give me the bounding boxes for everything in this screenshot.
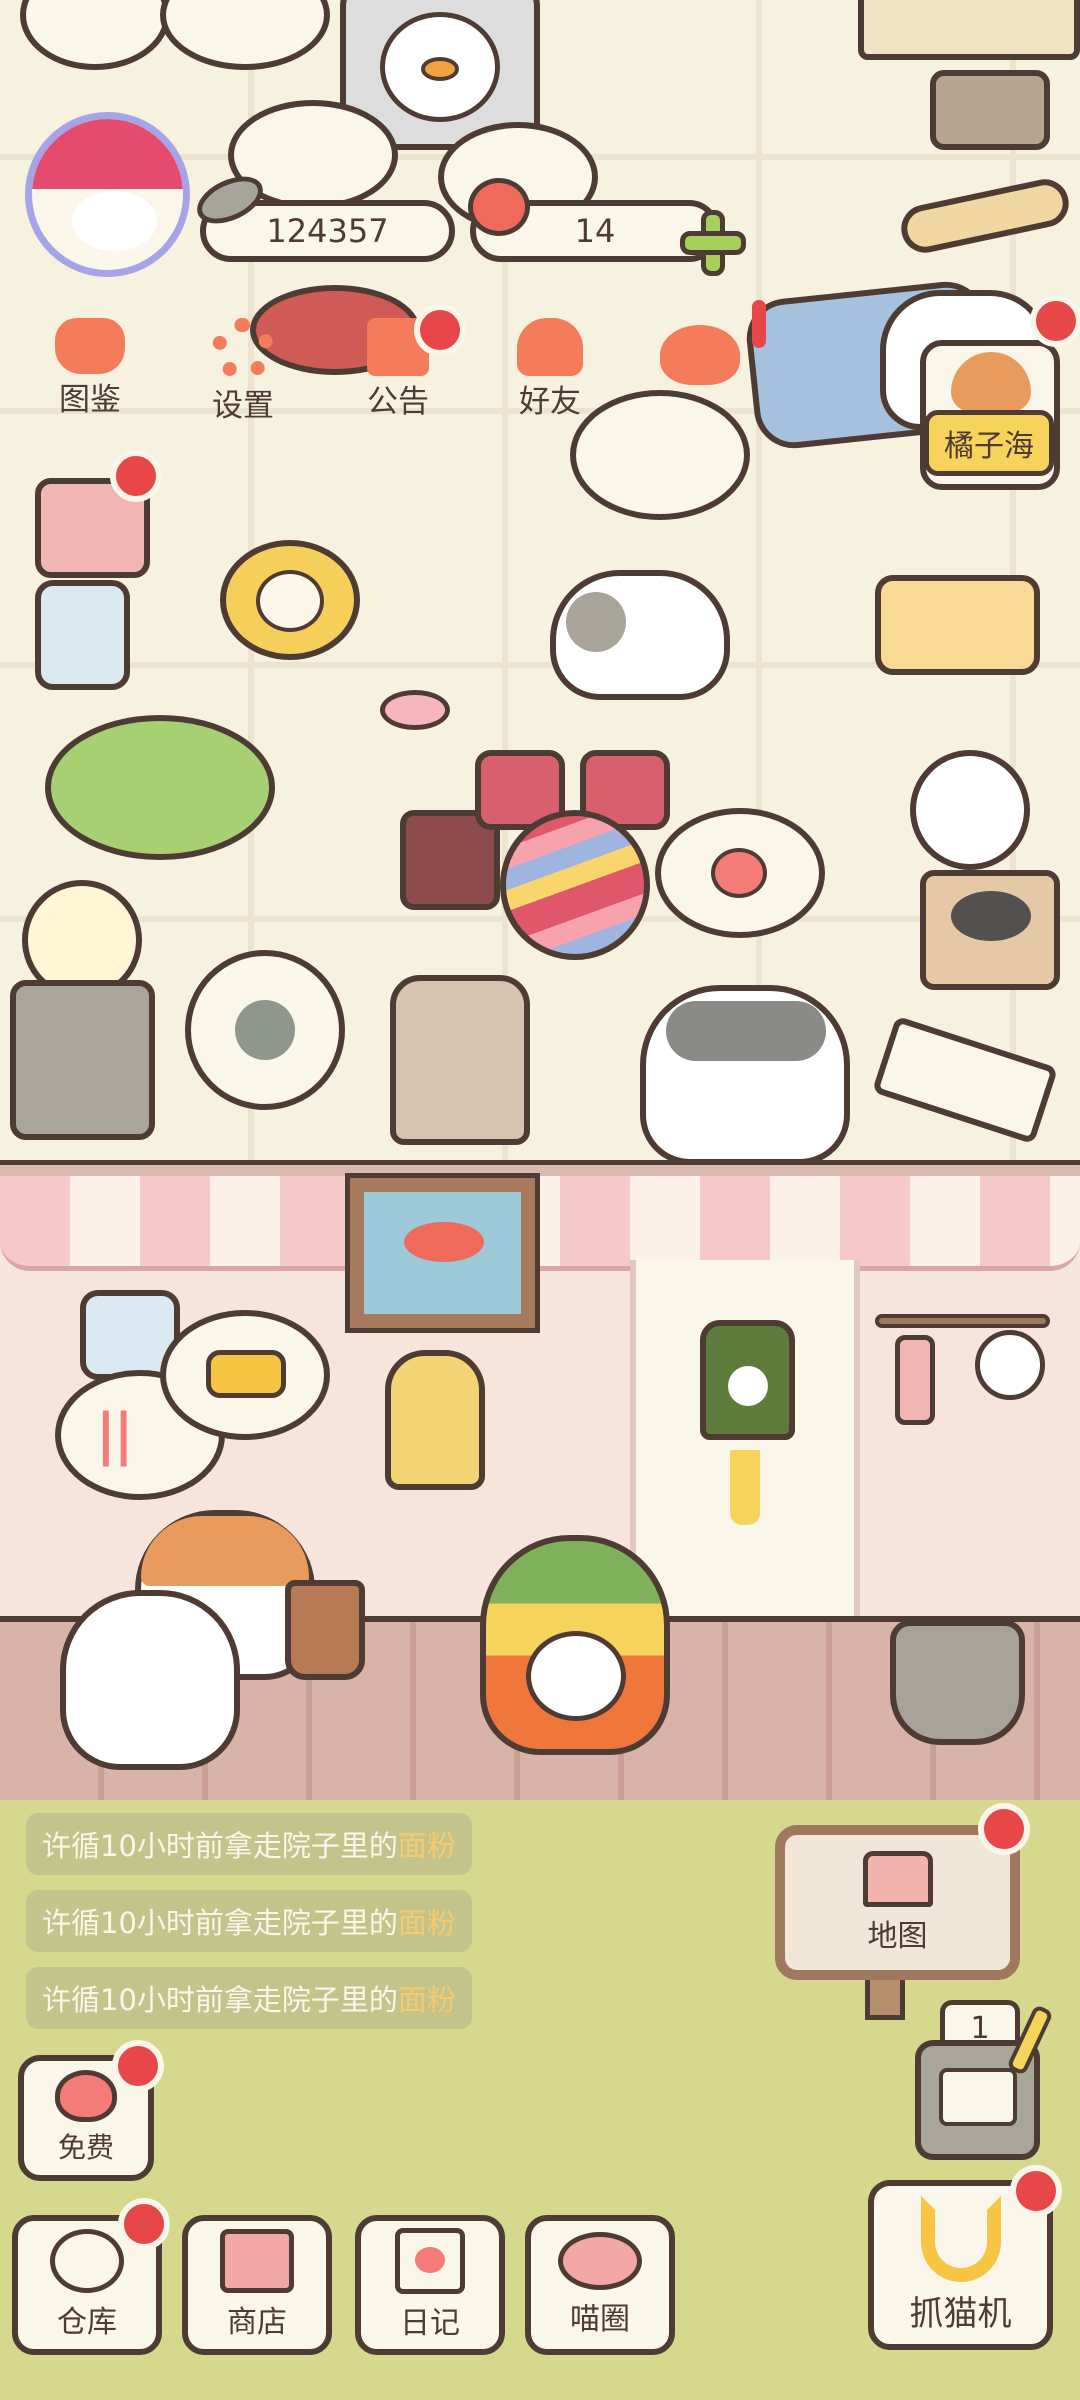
activity-log-item: 许循10小时前拿走院子里的 面粉	[26, 1967, 472, 2029]
cat-charm	[700, 1320, 795, 1440]
notification-badge	[414, 304, 466, 356]
alarm-clock	[220, 540, 360, 660]
rice-cooker	[390, 975, 530, 1145]
nav-diary[interactable]: 日记	[355, 2215, 505, 2355]
fish-currency-value: 124357	[266, 212, 389, 250]
map-badge	[978, 1803, 1030, 1855]
utensil-cup	[930, 70, 1050, 150]
menu-item-label: 好友	[519, 384, 581, 420]
map-label: 地图	[867, 1918, 928, 1954]
free-badge	[112, 2040, 164, 2092]
menu-item-label: 图鉴	[59, 382, 121, 418]
grey-white-cat	[550, 570, 730, 700]
exclamation-icon	[752, 300, 766, 348]
water-dispenser	[35, 580, 130, 690]
electric-fan	[185, 950, 345, 1110]
food-bubble	[160, 1310, 330, 1440]
heart-gift-icon[interactable]	[660, 325, 740, 385]
notebook-badge	[110, 450, 162, 502]
white-cat	[60, 1590, 240, 1770]
fish-painting	[345, 1173, 540, 1333]
nav-label: 仓库	[57, 2305, 117, 2340]
kettle-stove	[10, 880, 155, 1140]
cat-in-rainbow-hat	[480, 1535, 670, 1755]
free-label: 免费	[57, 2131, 114, 2164]
wall-divider	[0, 1160, 1080, 1176]
nav-label: 喵圈	[570, 2302, 630, 2337]
heart-bubble	[655, 808, 825, 938]
gear-icon	[212, 318, 274, 380]
activity-log-item: 许循10小时前拿走院子里的 面粉	[26, 1890, 472, 1952]
activity-log-item: 许循10小时前拿走院子里的 面粉	[26, 1813, 472, 1875]
nav-label: 日记	[400, 2306, 460, 2341]
tassel	[730, 1450, 760, 1525]
white-flower	[910, 750, 1030, 870]
cactus-pot	[285, 1580, 365, 1680]
record-player	[920, 870, 1060, 990]
menu-item-label: 设置	[212, 388, 274, 424]
avatar[interactable]	[25, 112, 190, 277]
cat-face-icon	[55, 318, 125, 374]
shop-icon	[220, 2229, 294, 2293]
lantern	[385, 1350, 485, 1490]
menu-item-label: 公告	[367, 384, 429, 420]
claw-badge	[1010, 2165, 1062, 2217]
add-currency-button[interactable]	[680, 210, 746, 276]
apple-icon	[468, 178, 530, 236]
warehouse-icon	[50, 2229, 124, 2293]
heart-icon	[55, 2070, 117, 2122]
menu-item-settings[interactable]: 设置	[183, 318, 303, 425]
claw-label: 抓猫机	[909, 2293, 1012, 2334]
neighbor-avatar	[951, 352, 1031, 412]
menu-item-friends[interactable]: 好友	[490, 318, 610, 421]
awning	[0, 1176, 1080, 1271]
cat-planet-icon	[558, 2232, 642, 2290]
door-frame-1	[630, 1260, 860, 1620]
slot-window	[939, 2068, 1017, 2126]
neighbor-badge	[1030, 295, 1080, 347]
tulip-pot	[890, 1620, 1025, 1745]
menu-item-catalog[interactable]: 图鉴	[30, 318, 150, 419]
claw-icon	[920, 2195, 1001, 2282]
shelf-top-right	[858, 0, 1080, 60]
bread-box	[875, 575, 1040, 675]
neighbor-name-tag[interactable]: 橘子海	[924, 410, 1054, 476]
house-icon	[862, 1850, 933, 1907]
warehouse-badge	[118, 2198, 170, 2250]
nav-shop[interactable]: 商店	[182, 2215, 332, 2355]
neighbor-name: 橘子海	[944, 429, 1034, 464]
hanging-rack	[875, 1300, 1050, 1430]
nav-label: 商店	[227, 2305, 287, 2340]
menu-item-announcement[interactable]: 公告	[338, 304, 466, 421]
green-leaf-rug	[45, 715, 275, 860]
friends-icon	[517, 318, 583, 376]
nav-cat-circle[interactable]: 喵圈	[525, 2215, 675, 2355]
apple-currency-value: 14	[574, 212, 616, 250]
tabby-cat-pumpkin	[640, 985, 850, 1165]
diary-icon	[395, 2228, 465, 2294]
map-button[interactable]: 地图	[775, 1825, 1020, 1980]
